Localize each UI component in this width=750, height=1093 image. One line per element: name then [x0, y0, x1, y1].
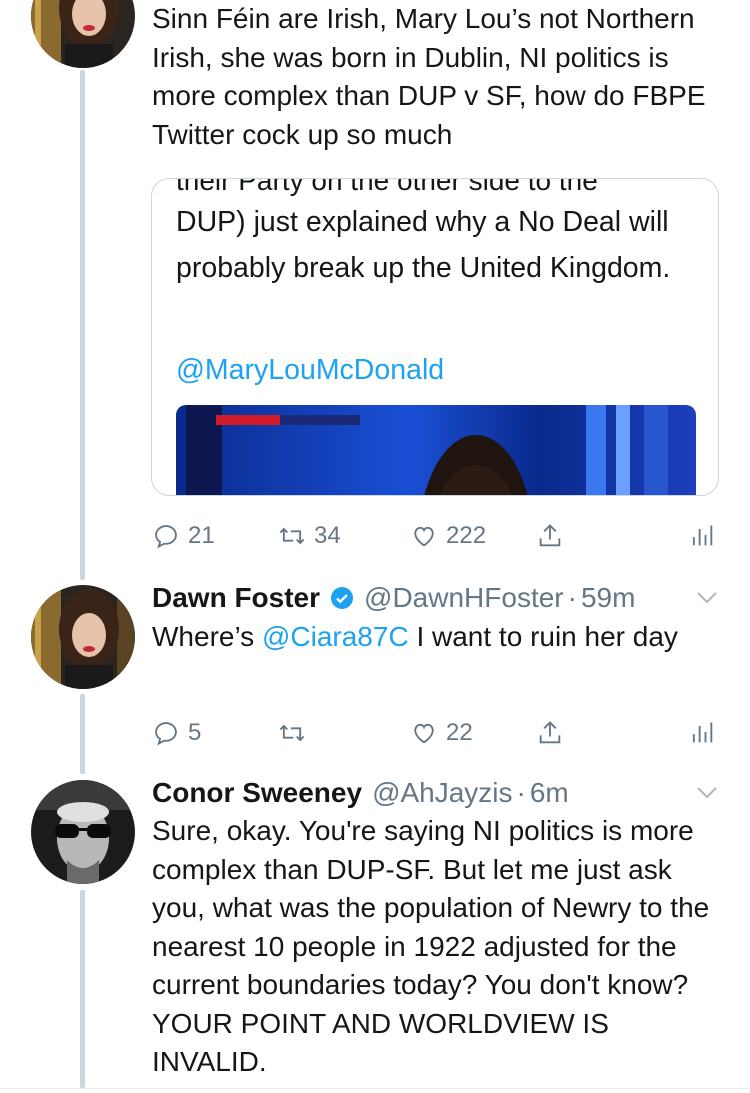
- reply-button[interactable]: 5: [152, 713, 201, 753]
- analytics-icon: [692, 722, 713, 743]
- reply-button[interactable]: 21: [152, 516, 215, 556]
- heart-icon: [414, 526, 434, 547]
- author-handle[interactable]: @AhJayzis: [372, 777, 512, 809]
- quoted-tweet-mention[interactable]: @MaryLouMcDonald: [176, 354, 444, 386]
- thread-line-1: [80, 70, 85, 580]
- tweet-1-actions: 21 34 222: [152, 516, 722, 556]
- heart-icon: [414, 723, 434, 744]
- retweet-icon: [279, 724, 305, 742]
- retweet-count: 34: [314, 522, 341, 549]
- analytics-icon: [692, 525, 713, 546]
- verified-badge-icon: [331, 587, 354, 609]
- tweet-timestamp[interactable]: 59m: [581, 582, 635, 614]
- tweet-2-text-start: Where’s: [152, 621, 262, 652]
- tweet-2-text-end: I want to ruin her day: [408, 621, 678, 652]
- like-button[interactable]: 222: [410, 516, 486, 556]
- share-button[interactable]: [536, 713, 564, 753]
- author-name[interactable]: Dawn Foster: [152, 582, 320, 614]
- tweet-2-text: Where’s @Ciara87C I want to ruin her day: [152, 618, 722, 657]
- author-name[interactable]: Conor Sweeney: [152, 777, 362, 809]
- separator-dot: ·: [567, 582, 577, 613]
- like-count: 22: [446, 719, 473, 746]
- quoted-video-thumbnail[interactable]: [176, 405, 696, 495]
- quoted-tweet-mention-wrap: @MaryLouMcDonald: [176, 347, 696, 393]
- reply-count: 21: [188, 522, 215, 549]
- quoted-tweet-text: DUP) just explained why a No Deal will p…: [176, 206, 671, 284]
- tweet-3-header: Conor Sweeney @AhJayzis · 6m: [152, 773, 569, 813]
- share-button[interactable]: [536, 516, 564, 556]
- separator-dot: ·: [516, 777, 526, 808]
- chevron-down-icon[interactable]: [696, 786, 718, 800]
- author-handle[interactable]: @DawnHFoster: [364, 582, 564, 614]
- tweet-1-text: Sinn Féin are Irish, Mary Lou’s not Nort…: [152, 3, 706, 150]
- share-icon: [539, 721, 561, 744]
- retweet-button[interactable]: [278, 713, 306, 753]
- tweet-2-actions: 5 22: [152, 713, 722, 753]
- analytics-button[interactable]: [688, 713, 716, 753]
- like-count: 222: [446, 522, 487, 549]
- chevron-down-icon[interactable]: [696, 591, 718, 605]
- avatar-conor-sweeney[interactable]: [31, 780, 135, 884]
- mention-link[interactable]: @Ciara87C: [262, 621, 409, 652]
- retweet-button[interactable]: 34: [278, 516, 341, 556]
- retweet-icon: [279, 527, 305, 545]
- thread-line-3: [80, 890, 85, 1088]
- like-button[interactable]: 22: [410, 713, 473, 753]
- thread-line-2: [80, 694, 85, 774]
- reply-count: 5: [188, 719, 202, 746]
- reply-icon: [155, 722, 177, 746]
- tweet-3-text: Sure, okay. You're saying NI politics is…: [152, 815, 710, 1077]
- analytics-button[interactable]: [688, 516, 716, 556]
- avatar-dawn-foster[interactable]: [31, 585, 135, 689]
- quoted-tweet-cut-line: their Party on the other side to the: [176, 178, 598, 196]
- reply-icon: [155, 525, 177, 549]
- bottom-divider: [0, 1088, 750, 1089]
- avatar-dawn-foster-top[interactable]: [31, 0, 135, 68]
- tweet-timestamp[interactable]: 6m: [530, 777, 569, 809]
- quoted-tweet-card[interactable]: their Party on the other side to the DUP…: [151, 178, 719, 496]
- share-icon: [539, 524, 561, 547]
- tweet-2-header: Dawn Foster @DawnHFoster · 59m: [152, 578, 635, 618]
